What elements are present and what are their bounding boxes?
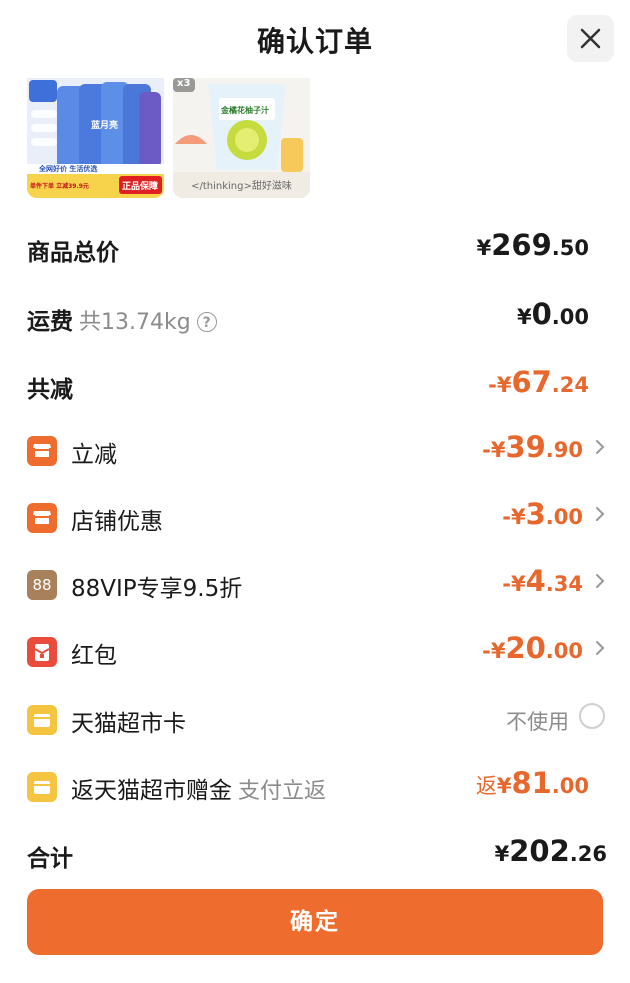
juice-quantity: x3 xyxy=(177,78,191,89)
rebate-row: 返天猫超市赠金 支付立返 返¥81.00 xyxy=(27,766,605,806)
amount-integer: 0 xyxy=(531,297,552,331)
goods-total-label: 商品总价 xyxy=(27,240,119,266)
detergent-promo: 单件下单 立减39.9元 xyxy=(30,183,89,190)
discount-amount: -¥4.34 xyxy=(502,564,583,598)
discount-item-instant[interactable]: 立减 -¥39.90 xyxy=(27,430,605,470)
currency-symbol: ¥ xyxy=(496,774,512,798)
close-icon xyxy=(580,28,601,49)
store-icon xyxy=(27,503,57,533)
discount-amount: -¥20.00 xyxy=(482,631,583,665)
amount-decimal: .90 xyxy=(545,438,583,462)
currency-symbol: -¥ xyxy=(488,373,512,397)
currency-symbol: ¥ xyxy=(494,842,510,866)
goods-total-row: 商品总价 ¥269.50 xyxy=(27,228,605,268)
discount-label: 红包 xyxy=(71,643,117,669)
amount-integer: 202 xyxy=(509,834,570,868)
tmall-card-radio[interactable] xyxy=(579,703,605,729)
shipping-row: 运费 共13.74kg? ¥0.00 xyxy=(27,297,605,337)
detergent-brand: 蓝月亮 xyxy=(91,121,119,131)
chevron-right-icon xyxy=(596,574,605,588)
tmall-card-row[interactable]: 天猫超市卡 不使用 xyxy=(27,699,605,739)
total-discount-row: 共减 -¥67.24 xyxy=(27,365,605,405)
amount-decimal: .00 xyxy=(551,305,589,329)
amount-decimal: .00 xyxy=(551,774,589,798)
rebate-prefix: 返 xyxy=(475,774,497,798)
amount-integer: 4 xyxy=(525,564,546,598)
discount-label: 88VIP专享9.5折 xyxy=(71,576,243,602)
tmall-card-label: 天猫超市卡 xyxy=(71,711,186,737)
shipping-weight: 共13.74kg xyxy=(79,310,191,335)
chevron-right-icon xyxy=(596,440,605,454)
discount-item-red-envelope[interactable]: 红包 -¥20.00 xyxy=(27,631,605,671)
shipping-title: 运费 xyxy=(27,309,73,335)
product-thumbnail-juice[interactable]: x3 金橘花柚子汁 </thinking>甜好滋味 xyxy=(173,78,310,198)
store-icon xyxy=(27,436,57,466)
currency-symbol: ¥ xyxy=(516,305,532,329)
amount-decimal: .50 xyxy=(551,236,589,260)
amount-integer: 269 xyxy=(491,228,552,262)
juice-name: 金橘花柚子汁 xyxy=(221,106,269,115)
close-button[interactable] xyxy=(567,15,614,62)
amount-integer: 39 xyxy=(505,430,546,464)
discount-item-store[interactable]: 店铺优惠 -¥3.00 xyxy=(27,497,605,537)
juice-caption: </thinking>甜好滋味 xyxy=(191,181,292,192)
currency-symbol: -¥ xyxy=(482,438,506,462)
amount-decimal: .00 xyxy=(545,505,583,529)
amount-decimal: .34 xyxy=(545,572,583,596)
shipping-label: 运费 共13.74kg? xyxy=(27,302,217,336)
rebate-label: 返天猫超市赠金 支付立返 xyxy=(71,771,326,805)
total-label: 合计 xyxy=(27,846,73,872)
discount-amount: -¥39.90 xyxy=(482,430,583,464)
page-title: 确认订单 xyxy=(256,25,373,58)
currency-symbol: -¥ xyxy=(482,639,506,663)
total-amount: ¥202.26 xyxy=(495,834,607,868)
currency-symbol: ¥ xyxy=(476,236,492,260)
gift-card-icon xyxy=(27,705,57,735)
discount-amount: -¥3.00 xyxy=(502,497,583,531)
amount-integer: 20 xyxy=(505,631,546,665)
amount-decimal: .26 xyxy=(569,842,607,866)
discount-label: 立减 xyxy=(71,442,117,468)
shipping-amount: ¥0.00 xyxy=(517,297,589,331)
rebate-title: 返天猫超市赠金 xyxy=(71,778,232,804)
currency-symbol: -¥ xyxy=(502,572,526,596)
amount-integer: 67 xyxy=(511,365,552,399)
total-discount-amount: -¥67.24 xyxy=(488,365,589,399)
detergent-guarantee: 正品保障 xyxy=(122,182,159,192)
tmall-card-status: 不使用 xyxy=(506,710,569,734)
amount-decimal: .24 xyxy=(551,373,589,397)
header: 确认订单 xyxy=(0,0,630,78)
product-thumbnails: 蓝月亮 全网好价 生活优选 单件下单 立减39.9元 正品保障 x3 金橘花柚子… xyxy=(0,78,630,200)
discount-item-88vip[interactable]: 88 88VIP专享9.5折 -¥4.34 xyxy=(27,564,605,604)
chevron-right-icon xyxy=(596,641,605,655)
help-icon[interactable]: ? xyxy=(196,312,217,332)
amount-integer: 3 xyxy=(525,497,546,531)
rebate-note: 支付立返 xyxy=(238,779,327,804)
red-envelope-icon xyxy=(27,637,57,667)
discount-label: 店铺优惠 xyxy=(71,509,163,535)
currency-symbol: -¥ xyxy=(502,505,526,529)
amount-integer: 81 xyxy=(511,766,552,800)
product-thumbnail-detergent[interactable]: 蓝月亮 全网好价 生活优选 单件下单 立减39.9元 正品保障 xyxy=(27,78,164,198)
confirm-button[interactable]: 确定 xyxy=(27,889,603,955)
total-discount-label: 共减 xyxy=(27,377,73,403)
rebate-amount: 返¥81.00 xyxy=(476,766,589,800)
detergent-tagline: 全网好价 生活优选 xyxy=(39,165,98,173)
total-row: 合计 ¥202.26 xyxy=(27,834,607,874)
gift-card-icon xyxy=(27,772,57,802)
goods-total-amount: ¥269.50 xyxy=(477,228,589,262)
chevron-right-icon xyxy=(596,507,605,521)
88vip-icon: 88 xyxy=(27,570,57,600)
amount-decimal: .00 xyxy=(545,639,583,663)
